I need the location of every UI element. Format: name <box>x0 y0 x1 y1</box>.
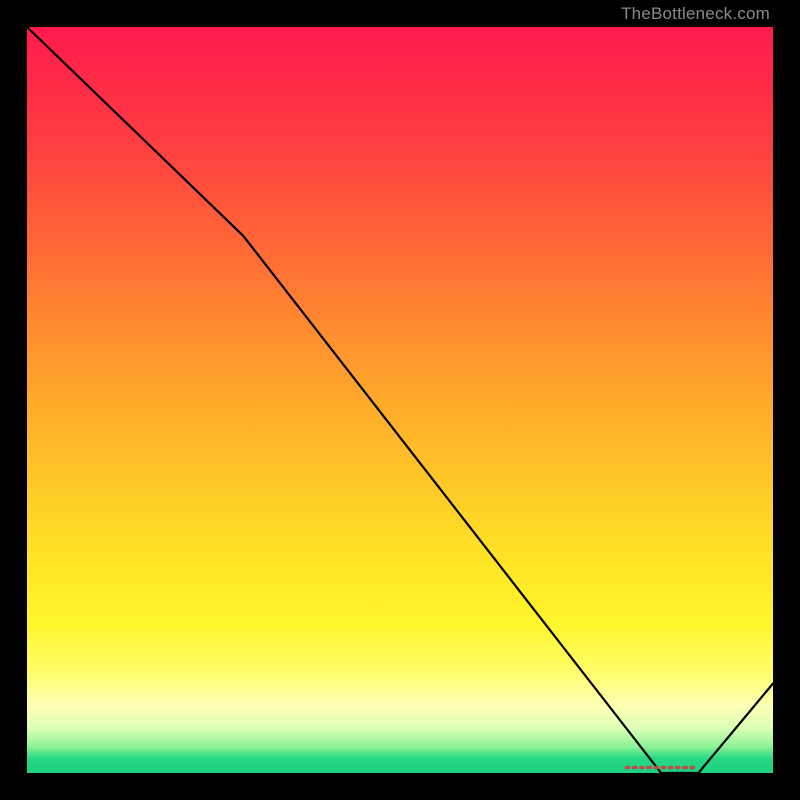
plot-area <box>27 27 773 773</box>
chart-line-layer <box>27 27 773 773</box>
marker-dot <box>689 766 695 769</box>
marker-dot <box>632 766 638 769</box>
marker-dot <box>668 766 674 769</box>
marker-dot <box>675 766 681 769</box>
marker-dot <box>682 766 688 769</box>
marker-dot <box>646 766 652 769</box>
bottleneck-curve <box>27 27 773 773</box>
marker-row <box>625 766 696 769</box>
attribution-text: TheBottleneck.com <box>621 4 770 24</box>
marker-dot <box>653 766 659 769</box>
marker-dot <box>625 766 631 769</box>
marker-dot <box>639 766 645 769</box>
marker-dot <box>661 766 667 769</box>
